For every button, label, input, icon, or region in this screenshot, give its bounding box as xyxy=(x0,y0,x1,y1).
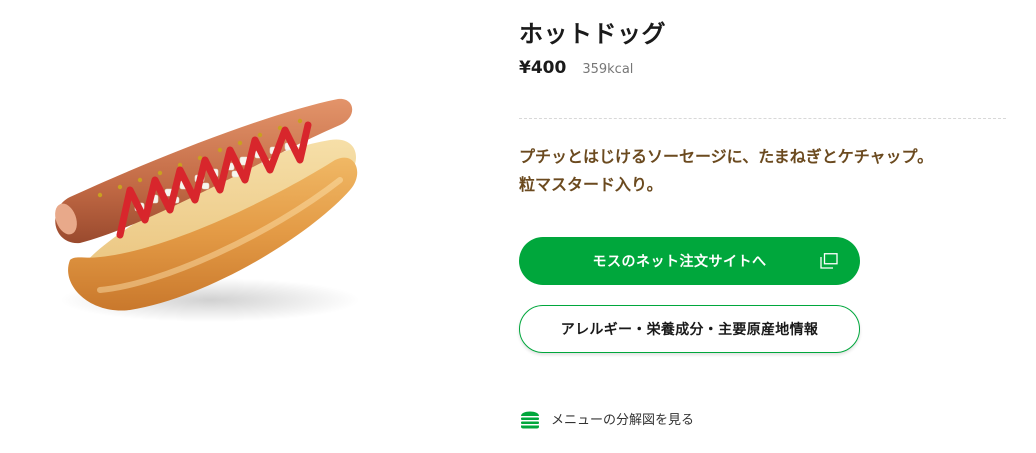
product-description: プチッとはじけるソーセージに、たまねぎとケチャップ。 粒マスタード入り。 xyxy=(519,143,1006,199)
hotdog-image xyxy=(55,98,360,322)
allergy-info-button[interactable]: アレルギー・栄養成分・主要原産地情報 xyxy=(519,305,860,353)
product-title: ホットドッグ xyxy=(519,20,666,48)
net-order-button[interactable]: モスのネット注文サイトへ xyxy=(519,237,860,285)
external-window-icon xyxy=(820,253,838,269)
description-line-2: 粒マスタード入り。 xyxy=(519,175,663,194)
product-price: ¥400 xyxy=(519,58,567,78)
product-calories: 359kcal xyxy=(582,62,634,77)
menu-breakdown-link[interactable]: メニューの分解図を見る xyxy=(519,407,694,429)
description-line-1: プチッとはじけるソーセージに、たまねぎとケチャップ。 xyxy=(519,147,934,166)
menu-breakdown-label: メニューの分解図を見る xyxy=(551,412,695,428)
price-row: ¥400 359kcal xyxy=(519,58,633,78)
net-order-button-label: モスのネット注文サイトへ xyxy=(592,254,767,270)
divider xyxy=(519,118,1006,119)
allergy-info-button-label: アレルギー・栄養成分・主要原産地情報 xyxy=(560,322,819,338)
burger-icon xyxy=(521,411,539,429)
